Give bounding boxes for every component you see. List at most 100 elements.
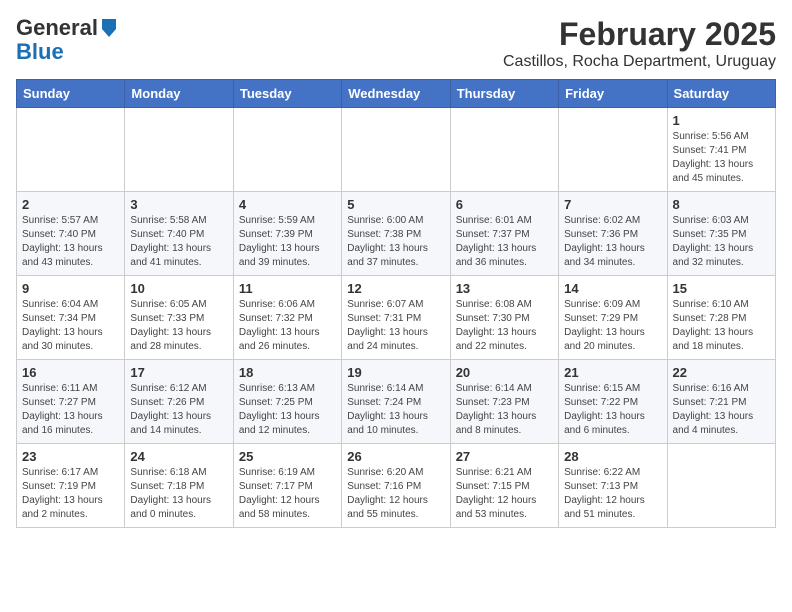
table-row: 9 Sunrise: 6:04 AM Sunset: 7:34 PM Daylig…: [17, 276, 125, 360]
day-number: 25: [239, 449, 336, 464]
day-info: Sunrise: 6:17 AM Sunset: 7:19 PM Dayligh…: [22, 466, 119, 522]
table-row: [667, 444, 775, 528]
day-number: 24: [130, 449, 227, 464]
day-number: 17: [130, 365, 227, 380]
table-row: 11Sunrise: 6:06 AM Sunset: 7:32 PM Dayli…: [233, 276, 341, 360]
col-friday: Friday: [559, 80, 667, 108]
day-info: Sunrise: 5:56 AM Sunset: 7:41 PM Dayligh…: [673, 130, 770, 186]
day-number: 19: [347, 365, 444, 380]
day-info: Sunrise: 6:21 AM Sunset: 7:15 PM Dayligh…: [456, 466, 553, 522]
day-info: Sunrise: 6:18 AM Sunset: 7:18 PM Dayligh…: [130, 466, 227, 522]
day-info: Sunrise: 6:15 AM Sunset: 7:22 PM Dayligh…: [564, 382, 661, 438]
logo-blue-text: Blue: [16, 40, 118, 64]
day-number: 12: [347, 281, 444, 296]
day-number: 6: [456, 197, 553, 212]
table-row: 7 Sunrise: 6:02 AM Sunset: 7:36 PM Daylig…: [559, 192, 667, 276]
day-info: Sunrise: 6:19 AM Sunset: 7:17 PM Dayligh…: [239, 466, 336, 522]
day-info: Sunrise: 6:04 AM Sunset: 7:34 PM Dayligh…: [22, 298, 119, 354]
col-thursday: Thursday: [450, 80, 558, 108]
week-row-3: 16 Sunrise: 6:11 AM Sunset: 7:27 PM Dayli…: [17, 360, 776, 444]
day-number: 14: [564, 281, 661, 296]
day-number: 4: [239, 197, 336, 212]
table-row: 19 Sunrise: 6:14 AM Sunset: 7:24 PM Dayli…: [342, 360, 450, 444]
day-number: 2: [22, 197, 119, 212]
table-row: 23 Sunrise: 6:17 AM Sunset: 7:19 PM Dayli…: [17, 444, 125, 528]
table-row: [559, 108, 667, 192]
col-saturday: Saturday: [667, 80, 775, 108]
day-info: Sunrise: 5:59 AM Sunset: 7:39 PM Dayligh…: [239, 214, 336, 270]
table-row: 6 Sunrise: 6:01 AM Sunset: 7:37 PM Daylig…: [450, 192, 558, 276]
col-sunday: Sunday: [17, 80, 125, 108]
day-number: 1: [673, 113, 770, 128]
day-info: Sunrise: 6:12 AM Sunset: 7:26 PM Dayligh…: [130, 382, 227, 438]
day-number: 7: [564, 197, 661, 212]
day-info: Sunrise: 6:09 AM Sunset: 7:29 PM Dayligh…: [564, 298, 661, 354]
day-number: 28: [564, 449, 661, 464]
table-row: 22Sunrise: 6:16 AM Sunset: 7:21 PM Dayli…: [667, 360, 775, 444]
table-row: 4 Sunrise: 5:59 AM Sunset: 7:39 PM Daylig…: [233, 192, 341, 276]
table-row: 24 Sunrise: 6:18 AM Sunset: 7:18 PM Dayli…: [125, 444, 233, 528]
day-info: Sunrise: 6:10 AM Sunset: 7:28 PM Dayligh…: [673, 298, 770, 354]
col-wednesday: Wednesday: [342, 80, 450, 108]
table-row: 21 Sunrise: 6:15 AM Sunset: 7:22 PM Dayli…: [559, 360, 667, 444]
day-number: 20: [456, 365, 553, 380]
table-row: 10Sunrise: 6:05 AM Sunset: 7:33 PM Dayli…: [125, 276, 233, 360]
logo-general-text: General: [16, 16, 98, 40]
title-block: February 2025 Castillos, Rocha Departmen…: [503, 16, 776, 71]
day-number: 23: [22, 449, 119, 464]
table-row: 15Sunrise: 6:10 AM Sunset: 7:28 PM Dayli…: [667, 276, 775, 360]
calendar-title: February 2025: [503, 16, 776, 53]
week-row-4: 23 Sunrise: 6:17 AM Sunset: 7:19 PM Dayli…: [17, 444, 776, 528]
table-row: 17 Sunrise: 6:12 AM Sunset: 7:26 PM Dayli…: [125, 360, 233, 444]
calendar-table: Sunday Monday Tuesday Wednesday Thursday…: [16, 79, 776, 528]
day-info: Sunrise: 6:14 AM Sunset: 7:24 PM Dayligh…: [347, 382, 444, 438]
day-info: Sunrise: 6:14 AM Sunset: 7:23 PM Dayligh…: [456, 382, 553, 438]
day-info: Sunrise: 6:02 AM Sunset: 7:36 PM Dayligh…: [564, 214, 661, 270]
day-number: 3: [130, 197, 227, 212]
day-number: 13: [456, 281, 553, 296]
week-row-0: 1 Sunrise: 5:56 AM Sunset: 7:41 PM Daylig…: [17, 108, 776, 192]
day-info: Sunrise: 6:03 AM Sunset: 7:35 PM Dayligh…: [673, 214, 770, 270]
page-container: General Blue February 2025 Castillos, Ro…: [0, 0, 792, 536]
col-tuesday: Tuesday: [233, 80, 341, 108]
col-monday: Monday: [125, 80, 233, 108]
day-info: Sunrise: 6:01 AM Sunset: 7:37 PM Dayligh…: [456, 214, 553, 270]
table-row: 3 Sunrise: 5:58 AM Sunset: 7:40 PM Daylig…: [125, 192, 233, 276]
table-row: 13 Sunrise: 6:08 AM Sunset: 7:30 PM Dayli…: [450, 276, 558, 360]
table-row: 16 Sunrise: 6:11 AM Sunset: 7:27 PM Dayli…: [17, 360, 125, 444]
day-info: Sunrise: 6:22 AM Sunset: 7:13 PM Dayligh…: [564, 466, 661, 522]
calendar-subtitle: Castillos, Rocha Department, Uruguay: [503, 53, 776, 71]
table-row: 14 Sunrise: 6:09 AM Sunset: 7:29 PM Dayli…: [559, 276, 667, 360]
table-row: 5Sunrise: 6:00 AM Sunset: 7:38 PM Daylig…: [342, 192, 450, 276]
day-number: 9: [22, 281, 119, 296]
table-row: [233, 108, 341, 192]
week-row-2: 9 Sunrise: 6:04 AM Sunset: 7:34 PM Daylig…: [17, 276, 776, 360]
table-row: 27 Sunrise: 6:21 AM Sunset: 7:15 PM Dayli…: [450, 444, 558, 528]
day-number: 21: [564, 365, 661, 380]
table-row: [450, 108, 558, 192]
day-info: Sunrise: 6:13 AM Sunset: 7:25 PM Dayligh…: [239, 382, 336, 438]
day-number: 26: [347, 449, 444, 464]
week-row-1: 2Sunrise: 5:57 AM Sunset: 7:40 PM Daylig…: [17, 192, 776, 276]
table-row: 2Sunrise: 5:57 AM Sunset: 7:40 PM Daylig…: [17, 192, 125, 276]
day-number: 22: [673, 365, 770, 380]
day-number: 8: [673, 197, 770, 212]
table-row: [125, 108, 233, 192]
day-info: Sunrise: 5:58 AM Sunset: 7:40 PM Dayligh…: [130, 214, 227, 270]
day-number: 5: [347, 197, 444, 212]
day-info: Sunrise: 6:07 AM Sunset: 7:31 PM Dayligh…: [347, 298, 444, 354]
calendar-header-row: Sunday Monday Tuesday Wednesday Thursday…: [17, 80, 776, 108]
table-row: 1 Sunrise: 5:56 AM Sunset: 7:41 PM Daylig…: [667, 108, 775, 192]
day-number: 27: [456, 449, 553, 464]
day-info: Sunrise: 6:11 AM Sunset: 7:27 PM Dayligh…: [22, 382, 119, 438]
table-row: 18Sunrise: 6:13 AM Sunset: 7:25 PM Dayli…: [233, 360, 341, 444]
table-row: 12 Sunrise: 6:07 AM Sunset: 7:31 PM Dayli…: [342, 276, 450, 360]
day-info: Sunrise: 6:06 AM Sunset: 7:32 PM Dayligh…: [239, 298, 336, 354]
table-row: 26 Sunrise: 6:20 AM Sunset: 7:16 PM Dayli…: [342, 444, 450, 528]
table-row: [342, 108, 450, 192]
day-number: 16: [22, 365, 119, 380]
day-info: Sunrise: 6:20 AM Sunset: 7:16 PM Dayligh…: [347, 466, 444, 522]
table-row: 20 Sunrise: 6:14 AM Sunset: 7:23 PM Dayli…: [450, 360, 558, 444]
table-row: 25 Sunrise: 6:19 AM Sunset: 7:17 PM Dayli…: [233, 444, 341, 528]
day-info: Sunrise: 6:08 AM Sunset: 7:30 PM Dayligh…: [456, 298, 553, 354]
